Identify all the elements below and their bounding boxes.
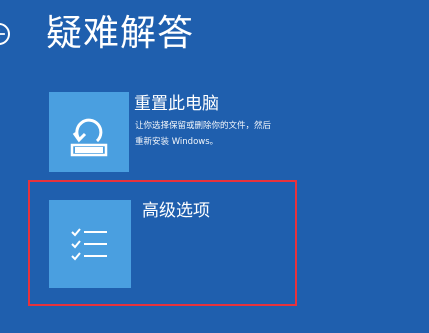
checklist-icon	[71, 228, 107, 261]
reset-pc-option[interactable]: 重置此电脑 让你选择保留或删除你的文件，然后 重新安装 Windows。	[49, 92, 349, 172]
advanced-options-option[interactable]: 高级选项	[49, 200, 289, 288]
back-button[interactable]	[0, 23, 10, 45]
arrow-left-icon	[0, 29, 5, 39]
reset-pc-title: 重置此电脑	[134, 94, 219, 114]
reset-pc-icon-box	[49, 92, 129, 172]
reset-pc-description-line2: 重新安装 Windows。	[135, 137, 219, 147]
reset-pc-description-line1: 让你选择保留或删除你的文件，然后	[135, 121, 272, 131]
advanced-options-icon-box	[49, 200, 131, 288]
reset-pc-icon	[70, 118, 108, 157]
page-title: 疑难解答	[46, 13, 195, 54]
advanced-options-title: 高级选项	[142, 201, 210, 221]
